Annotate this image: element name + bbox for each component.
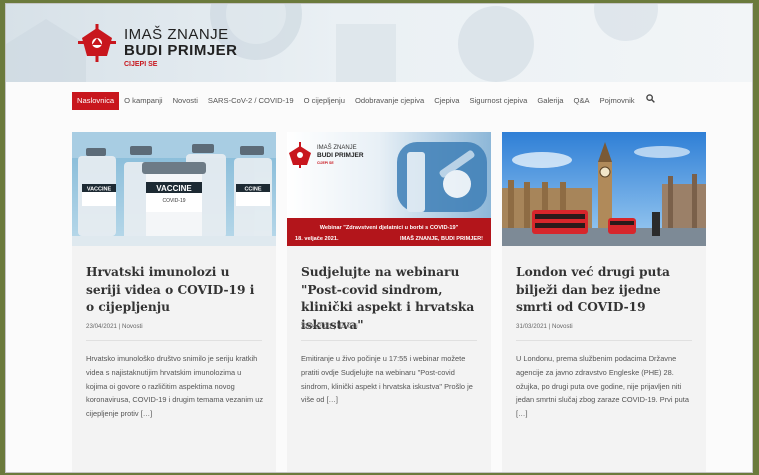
nav-item-sars-cov-2[interactable]: SARS-CoV-2 / COVID-19: [203, 92, 299, 110]
vial-label-right: CCINE: [244, 187, 261, 193]
post-title[interactable]: Hrvatski imunolozi u seriji videa o COVI…: [86, 264, 266, 317]
post-category[interactable]: Novosti: [122, 323, 143, 330]
main-navigation: Naslovnica O kampanji Novosti SARS-CoV-2…: [72, 92, 661, 110]
post-meta: 23/04/2021 | Novosti: [86, 323, 143, 330]
post-card: VACCINE COVID-19 VACCINE CCINE Hrvatski …: [72, 132, 276, 472]
post-meta: 31/03/2021 | Novosti: [516, 323, 573, 330]
post-date: 31/03/2021: [516, 323, 547, 330]
nav-item-odobravanje-cjepiva[interactable]: Odobravanje cjepiva: [350, 92, 429, 110]
nav-item-naslovnica[interactable]: Naslovnica: [72, 92, 120, 110]
nav-item-cjepiva[interactable]: Cjepiva: [429, 92, 464, 110]
post-excerpt: Hrvatsko imunološko društvo snimilo je s…: [86, 354, 264, 419]
search-icon[interactable]: [640, 92, 661, 110]
brand-name-line2[interactable]: BUDI PRIMJER: [124, 42, 238, 59]
nav-item-o-kampanji[interactable]: O kampanji: [119, 92, 167, 110]
thumb-banner-date: 18. veljače 2021.: [295, 236, 339, 242]
browser-page: IMAŠ ZNANJE BUDI PRIMJER CIJEPI SE Naslo…: [5, 3, 753, 473]
nav-item-qa[interactable]: Q&A: [569, 92, 595, 110]
post-category[interactable]: Novosti: [337, 323, 358, 330]
vial-label-left: VACCINE: [87, 187, 112, 193]
post-thumbnail-london[interactable]: [502, 132, 706, 246]
thumb-brand-line3: CIJEPI SE: [317, 161, 334, 165]
thumb-banner-slogan: IMAŠ ZNANJE, BUDI PRIMJER!: [400, 234, 483, 242]
thumb-banner-line1: Webinar "Zdravstveni djelatnici u borbi …: [320, 225, 459, 231]
nav-item-pojmovnik[interactable]: Pojmovnik: [595, 92, 640, 110]
post-card: London već drugi puta bilježi dan bez ij…: [502, 132, 706, 472]
post-thumbnail-vaccines[interactable]: VACCINE COVID-19 VACCINE CCINE: [72, 132, 276, 246]
nav-item-o-cijepljenju[interactable]: O cijepljenju: [299, 92, 350, 110]
nav-item-galerija[interactable]: Galerija: [532, 92, 568, 110]
post-card: IMAŠ ZNANJE BUDI PRIMJER CIJEPI SE Webin…: [287, 132, 491, 472]
brand-tagline: CIJEPI SE: [124, 61, 158, 68]
post-date: 23/04/2021: [86, 323, 117, 330]
post-thumbnail-webinar[interactable]: IMAŠ ZNANJE BUDI PRIMJER CIJEPI SE Webin…: [287, 132, 491, 246]
nav-item-novosti[interactable]: Novosti: [168, 92, 203, 110]
vial-label-main: VACCINE: [156, 184, 192, 193]
thumb-brand-line1: IMAŠ ZNANJE: [317, 144, 357, 151]
post-category[interactable]: Novosti: [552, 323, 573, 330]
brand-name-line1[interactable]: IMAŠ ZNANJE: [124, 26, 229, 43]
logo-icon[interactable]: [76, 24, 118, 64]
post-date: 22/04/2021: [301, 323, 332, 330]
divider: [301, 340, 477, 341]
post-excerpt: U Londonu, prema službenim podacima Drža…: [516, 354, 689, 419]
thumb-brand-line2: BUDI PRIMJER: [317, 152, 364, 159]
vial-sublabel: COVID-19: [162, 198, 185, 204]
post-excerpt: Emitiranje u živo počinje u 17:55 i webi…: [301, 354, 473, 405]
divider: [86, 340, 262, 341]
divider: [516, 340, 692, 341]
nav-item-sigurnost-cjepiva[interactable]: Sigurnost cjepiva: [465, 92, 533, 110]
post-meta: 22/04/2021 | Novosti: [301, 323, 358, 330]
post-title[interactable]: London već drugi puta bilježi dan bez ij…: [516, 264, 696, 317]
